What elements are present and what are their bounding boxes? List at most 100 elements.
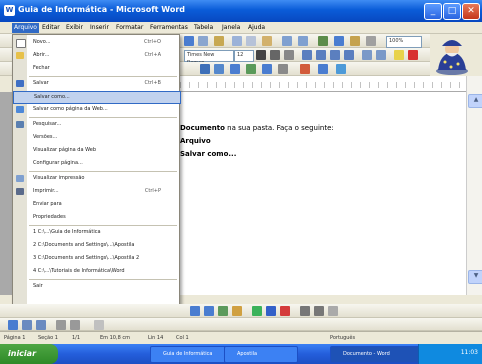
align-center-icon[interactable] <box>316 50 326 60</box>
oval-icon[interactable] <box>204 306 214 316</box>
file-menu-item[interactable]: Visualizar página da Web <box>13 145 179 156</box>
italic-icon[interactable] <box>270 50 280 60</box>
file-menu-item[interactable]: 3 C:\Documents and Settings\...\Apostila… <box>13 253 179 264</box>
document-page[interactable]: Documento na sua pasta. Faça o seguinte:… <box>178 92 466 295</box>
redo-icon[interactable] <box>298 36 308 46</box>
help-icon[interactable] <box>336 64 346 74</box>
checkbox-field-icon[interactable] <box>22 320 32 330</box>
insert-table-icon[interactable] <box>230 64 240 74</box>
taskbar-item-apostila[interactable]: Apostila <box>224 346 298 363</box>
copy-icon[interactable] <box>246 36 256 46</box>
print-icon[interactable] <box>184 36 194 46</box>
menu-formatar[interactable]: Formatar <box>116 24 143 31</box>
paste-icon[interactable] <box>262 36 272 46</box>
menu-tabela[interactable]: Tabela <box>194 24 213 31</box>
minimize-button[interactable]: _ <box>424 3 442 20</box>
maximize-button[interactable]: □ <box>443 3 461 20</box>
file-menu-item[interactable]: Abrir... Ctrl+A <box>13 50 179 61</box>
align-left-icon[interactable] <box>302 50 312 60</box>
close-button[interactable]: ✕ <box>462 3 480 20</box>
status-line: Lin 14 <box>148 335 164 341</box>
columns-icon[interactable] <box>334 36 344 46</box>
zoom-select[interactable]: 100% <box>386 36 422 48</box>
file-menu-item[interactable]: Enviar para <box>13 199 179 210</box>
numbering-icon[interactable] <box>362 50 372 60</box>
reading-icon[interactable] <box>318 64 328 74</box>
align-right-icon[interactable] <box>330 50 340 60</box>
scroll-down-icon[interactable]: ▼ <box>468 270 482 284</box>
file-menu-item[interactable]: Propriedades <box>13 212 179 223</box>
file-menu-item[interactable]: 2 C:\Documents and Settings\...\Apostila <box>13 240 179 251</box>
menu-editar[interactable]: Editar <box>42 24 60 31</box>
menu-separator <box>29 76 177 77</box>
bold-icon[interactable] <box>256 50 266 60</box>
menu-arquivo[interactable]: Arquivo <box>12 23 39 33</box>
file-menu-item[interactable]: Sair <box>13 281 179 292</box>
horizontal-ruler[interactable] <box>180 76 466 92</box>
file-menu-item-label: Visualizar impressão <box>33 175 85 181</box>
start-button[interactable]: iniciar <box>0 344 58 364</box>
paragraph-icon[interactable] <box>278 64 288 74</box>
file-menu-item-label: Visualizar página da Web <box>33 147 97 153</box>
menu-exibir[interactable]: Exibir <box>66 24 83 31</box>
file-menu-item[interactable]: Visualizar impressão <box>13 173 179 184</box>
hyperlink-icon[interactable] <box>200 64 210 74</box>
justify-icon[interactable] <box>344 50 354 60</box>
font-size-select[interactable]: 12 <box>234 50 254 62</box>
bullets-icon[interactable] <box>376 50 386 60</box>
file-menu-item[interactable]: 4 C:\...\Tutoriais de Informática\Word <box>13 266 179 277</box>
menu-inserir[interactable]: Inserir <box>90 24 109 31</box>
file-menu-item[interactable]: Configurar página... <box>13 158 179 169</box>
file-menu-item[interactable]: Versões... <box>13 132 179 143</box>
tables-borders-icon[interactable] <box>214 64 224 74</box>
textbox-icon[interactable] <box>218 306 228 316</box>
word-app-icon[interactable]: W <box>4 5 15 16</box>
taskbar-item-guia[interactable]: Guia de Informática <box>150 346 234 363</box>
preview-icon[interactable] <box>198 36 208 46</box>
web-icon[interactable] <box>300 64 310 74</box>
undo-icon[interactable] <box>282 36 292 46</box>
font-name-select[interactable]: Times New Roman <box>184 50 234 66</box>
document-map-icon[interactable] <box>262 64 272 74</box>
doc-line-1-text: na sua pasta. Faça o seguinte: <box>224 124 334 132</box>
file-menu-item[interactable]: 1 C:\...\Guia de Informática <box>13 227 179 238</box>
spelling-icon[interactable] <box>214 36 224 46</box>
form-field-icon[interactable] <box>8 320 18 330</box>
menu-ajuda[interactable]: Ajuda <box>248 24 265 31</box>
field-options-icon[interactable] <box>56 320 66 330</box>
font-color-icon[interactable] <box>408 50 418 60</box>
underline-icon[interactable] <box>284 50 294 60</box>
show-hide-icon[interactable] <box>366 36 376 46</box>
text-color-icon[interactable] <box>280 306 290 316</box>
line-color-icon[interactable] <box>266 306 276 316</box>
arrow-style-icon[interactable] <box>314 306 324 316</box>
cut-icon[interactable] <box>232 36 242 46</box>
vertical-scrollbar[interactable]: ▲ ▼ <box>466 76 482 295</box>
protect-form-icon[interactable] <box>94 320 104 330</box>
rectangle-icon[interactable] <box>190 306 200 316</box>
taskbar-item-word[interactable]: Documento - Word <box>330 346 420 363</box>
highlight-icon[interactable] <box>394 50 404 60</box>
menu-janela[interactable]: Janela <box>222 24 240 31</box>
menu-ferramentas[interactable]: Ferramentas <box>150 24 188 31</box>
office-assistant[interactable] <box>430 36 474 76</box>
line-style-icon[interactable] <box>300 306 310 316</box>
file-menu-item[interactable]: Pesquisar... <box>13 119 179 130</box>
insert-excel-icon[interactable] <box>246 64 256 74</box>
file-menu-item[interactable]: Salvar como... <box>13 91 181 104</box>
status-page: Página 1 <box>4 335 26 341</box>
file-menu-item[interactable]: Fechar <box>13 63 179 74</box>
file-menu-item[interactable]: Novo... Ctrl+O <box>13 37 179 48</box>
dropdown-field-icon[interactable] <box>36 320 46 330</box>
wordart-icon[interactable] <box>232 306 242 316</box>
file-menu-item[interactable]: Salvar como página da Web... <box>13 104 179 115</box>
drawing-icon[interactable] <box>350 36 360 46</box>
file-menu-item[interactable]: Imprimir... Ctrl+P <box>13 186 179 197</box>
scroll-up-icon[interactable]: ▲ <box>468 94 482 108</box>
fill-color-icon[interactable] <box>252 306 262 316</box>
shadow-icon[interactable] <box>328 306 338 316</box>
draw-table-icon[interactable] <box>70 320 80 330</box>
file-menu-item[interactable]: Salvar Ctrl+B <box>13 78 179 89</box>
table-icon[interactable] <box>318 36 328 46</box>
clock: 11:03 <box>460 349 478 356</box>
